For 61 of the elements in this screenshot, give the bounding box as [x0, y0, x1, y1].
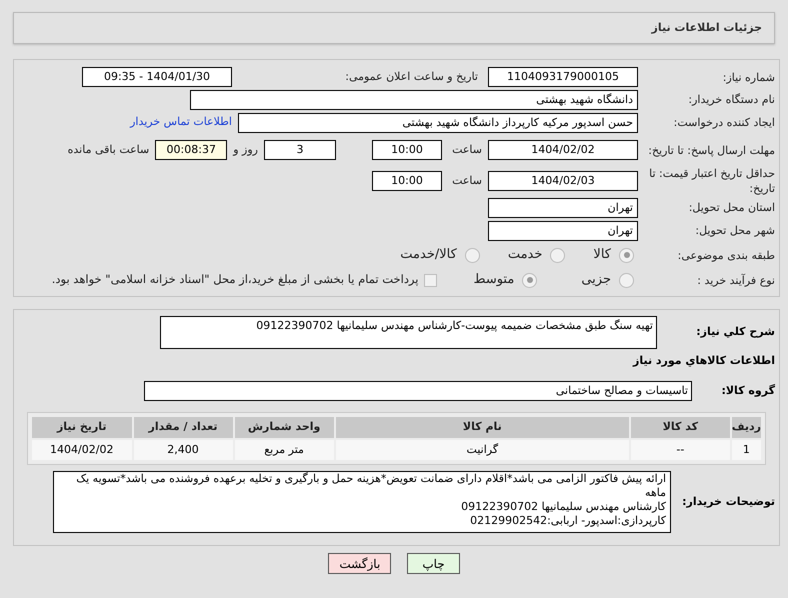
field-value: تهران: [488, 220, 638, 240]
radio-label: خدمت: [508, 246, 542, 264]
column-header: ردیف: [732, 417, 761, 438]
field-label: طبقه بندی موضوعی:: [676, 248, 776, 262]
checkbox-label: پرداخت تمام یا بخشی از مبلغ خرید،از محل "اسناد خزانه اسلامی" خواهد بود.: [52, 271, 418, 288]
radio-button[interactable]: [464, 248, 480, 262]
radio-button[interactable]: [619, 272, 634, 288]
field-value: تاسیسات و مصالح ساختمانی: [144, 381, 692, 401]
field-label: استان محل تحویل:: [688, 200, 776, 215]
column-header: تاریخ نیاز: [32, 417, 132, 438]
checkbox[interactable]: [424, 274, 438, 286]
field-label: ساعت باقی مانده: [68, 142, 150, 158]
field-label: توضیحات خریدار:: [681, 494, 776, 510]
page-title: جزئیات اطلاعات نیاز: [652, 20, 762, 36]
table-cell: --: [630, 440, 730, 460]
field-label: نام دستگاه خریدار:: [687, 92, 776, 107]
field-value: 1404/02/03: [488, 171, 638, 191]
column-header: واحد شمارش: [234, 417, 334, 438]
field-label: ساعت: [451, 142, 482, 158]
table-cell: 2,400: [134, 440, 233, 460]
field-label: گروه کالا:: [720, 382, 776, 399]
table-cell: 1404/02/02: [32, 440, 132, 460]
field-label: حداقل تاریخ اعتبار قیمت: تا تاریخ:: [648, 166, 776, 196]
radio-button[interactable]: [619, 248, 634, 262]
field-value: 10:00: [372, 171, 442, 191]
radio-label: متوسط: [473, 271, 514, 290]
radio-label: کالا/خدمت: [400, 246, 457, 264]
field-label: شهر محل تحویل:: [694, 223, 776, 238]
field-value: 1104093179000105: [488, 67, 638, 87]
column-header: کد کالا: [630, 417, 730, 438]
table-cell: گرانیت: [336, 440, 629, 460]
field-value: 10:00: [372, 140, 442, 160]
field-label: ساعت: [451, 172, 482, 189]
table-cell: 1: [732, 440, 761, 460]
field-label: شماره نیاز:: [722, 70, 776, 84]
table-cell: متر مربع: [234, 440, 334, 460]
column-header: نام کالا: [336, 417, 629, 438]
field-value: 3: [264, 140, 336, 160]
print-button[interactable]: چاپ: [407, 553, 460, 574]
field-label: نوع فرآیند خرید :: [696, 272, 776, 288]
buyer-contact-link[interactable]: اطلاعات تماس خریدار: [130, 114, 232, 131]
field-value: 1404/02/02: [488, 140, 638, 160]
radio-label: جزیی: [581, 271, 611, 290]
radio-button[interactable]: [550, 248, 566, 262]
field-label: ایجاد کننده درخواست:: [672, 115, 776, 130]
field-label: روز و: [233, 142, 258, 158]
radio-button[interactable]: [522, 272, 538, 288]
field-label: مهلت ارسال پاسخ: تا تاریخ:: [647, 142, 776, 158]
section-heading: اطلاعات کالاهاي مورد نياز: [633, 352, 776, 369]
field-value: حسن اسدپور مرکیه کارپرداز دانشگاه شهید بهشتی: [238, 112, 638, 132]
field-value: تهران: [488, 198, 638, 218]
field-label: تاریخ و ساعت اعلان عمومی:: [344, 68, 478, 85]
column-header: تعداد / مقدار: [134, 417, 233, 438]
field-value: 1404/01/30 - 09:35: [82, 67, 232, 87]
field-value: 00:08:37: [155, 140, 228, 160]
field-value: دانشگاه شهید بهشتی: [190, 90, 638, 110]
buyer-notes-field: ارائه پیش فاکتور الزامی می باشد*اقلام دارای ضمانت تعویض*هزینه حمل و بارگیری و تخلیه برعهده فروشنده می باشد*تسویه یک ماهه کارشناس مهندس سلیمانیها 09122390702 کارپردازی:اسدپور- اربابی:02129902542: [53, 471, 671, 533]
field-label: شرح کلي نياز:: [695, 324, 776, 340]
back-button[interactable]: بازگشت: [328, 553, 392, 574]
radio-label: کالا: [593, 246, 611, 264]
description-field: تهیه سنگ طبق مشخصات ضمیمه پیوست-کارشناس مهندس سلیمانیها 09122390702: [160, 316, 657, 348]
